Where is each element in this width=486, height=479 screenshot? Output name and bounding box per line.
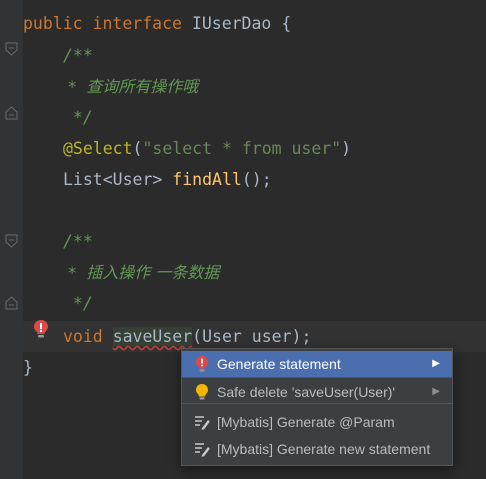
- comment-line[interactable]: * 插入操作 一条数据: [63, 257, 219, 288]
- keyword: public: [23, 14, 83, 33]
- method-name: findAll: [172, 170, 242, 189]
- menu-item-label: [Mybatis] Generate new statement: [217, 441, 431, 457]
- comment-line[interactable]: * 查询所有操作哦: [63, 71, 198, 102]
- red-bulb-icon: [196, 356, 208, 372]
- sql-string: "select * from user": [142, 139, 342, 158]
- code-line-select[interactable]: @Select("select * from user"): [63, 133, 351, 164]
- mybatis-intention-icon: [195, 416, 210, 430]
- interface-name: IUserDao: [191, 14, 272, 33]
- keyword: interface: [92, 14, 182, 33]
- fold-marker-icon[interactable]: [5, 234, 18, 248]
- yellow-bulb-icon: [196, 384, 208, 400]
- code-line-findall[interactable]: List<User> findAll();: [63, 164, 272, 195]
- brace: {: [281, 14, 292, 33]
- code-rest: (User user);: [192, 327, 312, 346]
- method-name-error[interactable]: saveUser: [112, 327, 193, 346]
- code-rest: ();: [241, 170, 272, 189]
- red-bulb-icon[interactable]: [31, 318, 51, 340]
- mybatis-intention-icon: [195, 443, 210, 457]
- keyword: void: [63, 327, 103, 346]
- intention-actions-popup[interactable]: Generate statement ▶ Safe delete 'saveUs…: [181, 348, 453, 466]
- menu-item-mybatis-generate-param[interactable]: [Mybatis] Generate @Param: [182, 409, 452, 435]
- closing-brace[interactable]: }: [23, 352, 33, 383]
- comment-line[interactable]: */: [63, 102, 93, 133]
- paren: (: [132, 139, 143, 158]
- menu-item-mybatis-generate-statement[interactable]: [Mybatis] Generate new statement: [182, 436, 452, 462]
- menu-item-label: Generate statement: [217, 356, 341, 372]
- return-type: List<User>: [63, 170, 163, 189]
- submenu-arrow-icon: ▶: [432, 358, 440, 369]
- menu-separator: [182, 403, 452, 404]
- comment-line[interactable]: /**: [63, 40, 93, 71]
- comment-line[interactable]: /**: [63, 226, 93, 257]
- comment-text: * 查询所有操作哦: [63, 77, 199, 96]
- annotation: @Select: [63, 139, 133, 158]
- menu-item-generate-statement[interactable]: Generate statement ▶: [182, 351, 452, 377]
- code-line-interface[interactable]: public interface IUserDao {: [23, 8, 291, 39]
- menu-item-label: Safe delete 'saveUser(User)': [217, 384, 396, 400]
- submenu-arrow-icon: ▶: [432, 386, 440, 397]
- menu-separator: [182, 377, 452, 378]
- fold-marker-icon[interactable]: [5, 42, 18, 56]
- comment-text: * 插入操作 一条数据: [63, 263, 220, 282]
- paren: ): [341, 139, 352, 158]
- menu-item-label: [Mybatis] Generate @Param: [217, 414, 395, 430]
- fold-marker-icon[interactable]: [5, 106, 18, 120]
- menu-item-safe-delete[interactable]: Safe delete 'saveUser(User)' ▶: [182, 379, 452, 405]
- fold-marker-icon[interactable]: [5, 296, 18, 310]
- comment-line[interactable]: */: [63, 288, 93, 319]
